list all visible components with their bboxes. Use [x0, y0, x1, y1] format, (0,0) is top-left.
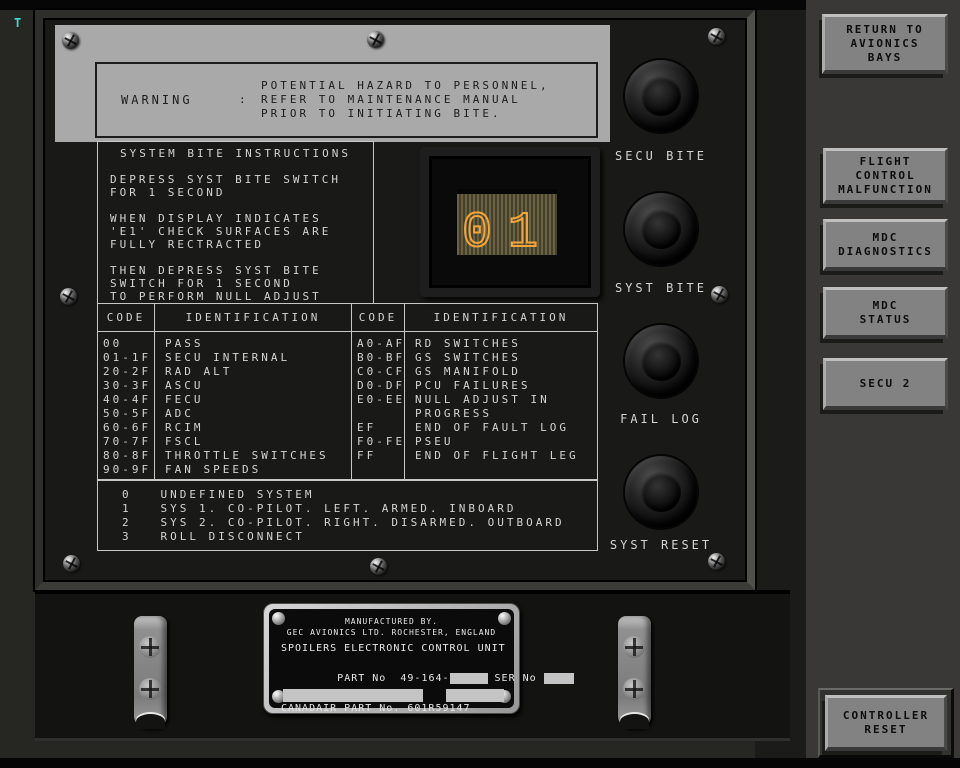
part-number-blank — [450, 673, 488, 684]
bite-instructions-box: SYSTEM BITE INSTRUCTIONS DEPRESS SYST BI… — [97, 141, 374, 303]
fail-log-switch[interactable] — [625, 325, 697, 397]
button-label: RETURN TO AVIONICS BAYS — [846, 23, 924, 65]
screw-icon — [623, 636, 645, 658]
screw-icon — [60, 288, 77, 305]
warning-label: WARNING — [121, 93, 239, 107]
return-to-avionics-bays-button[interactable]: RETURN TO AVIONICS BAYS — [822, 14, 948, 74]
rivet-icon — [272, 612, 285, 625]
syst-reset-label: SYST RESET — [586, 538, 736, 552]
screw-icon — [139, 678, 161, 700]
mdc-diagnostics-button[interactable]: MDC DIAGNOSTICS — [823, 219, 948, 271]
rivet-icon — [498, 612, 511, 625]
fault-code-table: CODE IDENTIFICATION CODE IDENTIFICATION … — [97, 303, 598, 480]
right-latch-handle[interactable] — [618, 616, 651, 728]
t-mark: T — [14, 16, 21, 30]
screw-icon — [623, 678, 645, 700]
mdc-status-button[interactable]: MDC STATUS — [823, 287, 948, 339]
ident-column-left: PASS SECU INTERNAL RAD ALT ASCU FECU ADC… — [155, 332, 352, 479]
instructions-text: DEPRESS SYST BITE SWITCH FOR 1 SECOND WH… — [98, 160, 373, 303]
bottom-edge — [0, 758, 960, 768]
button-label: MDC STATUS — [860, 299, 912, 327]
screw-icon — [367, 31, 384, 48]
instructions-title: SYSTEM BITE INSTRUCTIONS — [98, 142, 373, 160]
plate-canadair-row: CANADAIR PART No. 601R59147 — [269, 702, 514, 715]
code-header-left: CODE — [98, 304, 155, 332]
plate-part-label: PART No 49-164- — [337, 673, 449, 684]
button-label: MDC DIAGNOSTICS — [838, 231, 933, 259]
display-screen: 01 — [457, 189, 557, 255]
bite-code-display: 01 — [420, 147, 600, 297]
left-latch-handle[interactable] — [134, 616, 167, 728]
secu-bite-switch[interactable] — [625, 60, 697, 132]
warning-text: POTENTIAL HAZARD TO PERSONNEL, REFER TO … — [261, 79, 550, 121]
code-header-right: CODE — [352, 304, 405, 332]
code-column-left: 00 01-1F 20-2F 30-3F 40-4F 50-5F 60-6F 7… — [98, 332, 155, 479]
controller-reset-button[interactable]: CONTROLLER RESET — [825, 695, 947, 751]
screw-icon — [63, 555, 80, 572]
fail-log-label: FAIL LOG — [586, 412, 736, 426]
ident-header-right: IDENTIFICATION — [405, 304, 597, 332]
display-value: 01 — [462, 205, 554, 255]
warning-box: WARNING : POTENTIAL HAZARD TO PERSONNEL,… — [95, 62, 598, 138]
plate-unit-name: SPOILERS ELECTRONIC CONTROL UNIT — [269, 642, 514, 655]
top-edge — [0, 0, 806, 10]
button-label: CONTROLLER RESET — [843, 709, 929, 737]
screw-icon — [139, 636, 161, 658]
screw-icon — [708, 28, 725, 45]
plate-blank-bar — [446, 689, 504, 702]
system-legend-box: 0 UNDEFINED SYSTEM 1 SYS 1. CO-PILOT. LE… — [97, 480, 598, 551]
button-label: FLIGHT CONTROL MALFUNCTION — [838, 155, 933, 197]
display-digits-svg: 01 — [457, 194, 557, 255]
screw-icon — [370, 558, 387, 575]
plate-ser-label: SER No — [495, 673, 537, 684]
screw-icon — [708, 553, 725, 570]
code-column-right: A0-AF B0-BF C0-CF D0-DF E0-EE EF F0-FE F… — [352, 332, 405, 479]
plate-made-by: MANUFACTURED BY. — [269, 616, 514, 627]
secu-bite-panel-screen: T WARNING : POTENTIAL HAZARD TO PERSONNE… — [0, 0, 960, 768]
serial-number-blank — [544, 673, 574, 684]
ident-header-left: IDENTIFICATION — [155, 304, 352, 332]
plate-blank-bars — [283, 689, 504, 702]
manufacturer-plate-face: MANUFACTURED BY. GEC AVIONICS LTD. ROCHE… — [269, 609, 514, 708]
flight-control-malfunction-button[interactable]: FLIGHT CONTROL MALFUNCTION — [823, 148, 948, 204]
plate-blank-bar — [283, 689, 423, 702]
screw-icon — [711, 286, 728, 303]
button-label: SECU 2 — [860, 377, 912, 391]
ident-column-right: RD SWITCHES GS SWITCHES GS MANIFOLD PCU … — [405, 332, 597, 479]
screw-icon — [62, 32, 79, 49]
secu-bite-label: SECU BITE — [586, 149, 736, 163]
plate-maker: GEC AVIONICS LTD. ROCHESTER, ENGLAND — [269, 627, 514, 638]
secu-2-button[interactable]: SECU 2 — [823, 358, 948, 410]
manufacturer-plate: MANUFACTURED BY. GEC AVIONICS LTD. ROCHE… — [263, 603, 520, 714]
syst-reset-switch[interactable] — [625, 456, 697, 528]
warning-separator: : — [239, 93, 261, 107]
syst-bite-switch[interactable] — [625, 193, 697, 265]
